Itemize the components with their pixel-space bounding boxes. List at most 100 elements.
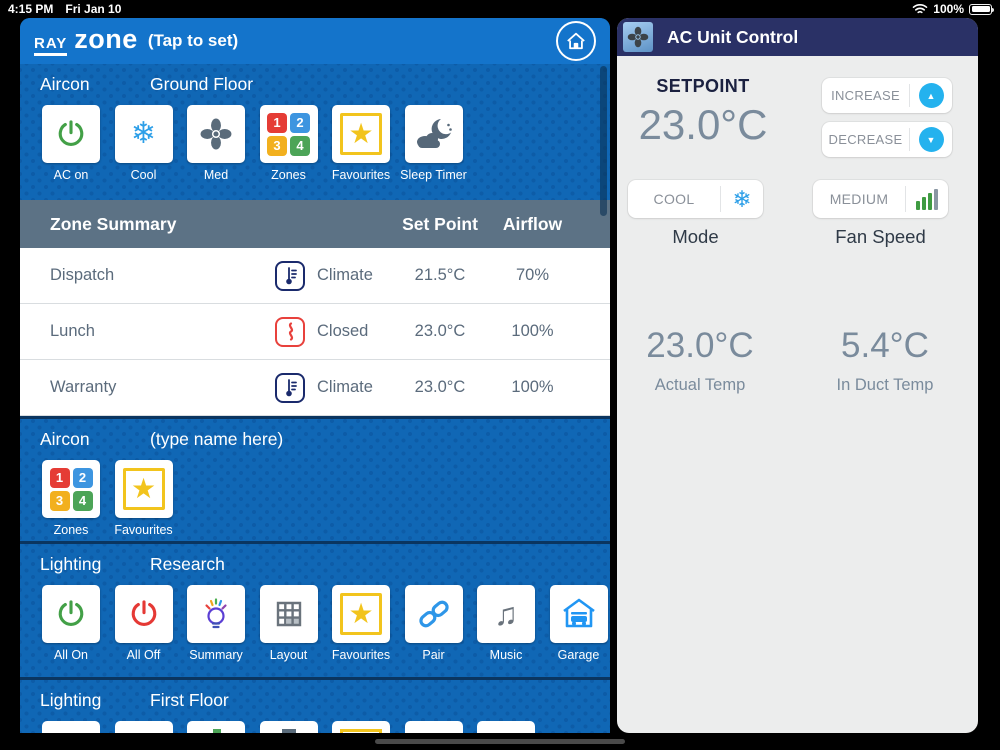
thermometer-icon (275, 260, 305, 291)
tile-all-off[interactable] (114, 585, 173, 643)
section-title: Lighting (40, 554, 102, 574)
tile-partial[interactable] (477, 721, 535, 733)
zone-name-placeholder[interactable]: (type name here) (150, 429, 283, 450)
tile-pair[interactable] (404, 585, 463, 643)
zone-1: 1 (49, 467, 70, 488)
section-aircon-ground: Aircon Ground Floor AC on ❄ Cool Med 1 2… (20, 64, 610, 200)
fan-speed-value: MEDIUM (829, 191, 889, 207)
bottom-bar (0, 733, 1000, 750)
tile-partial[interactable] (404, 721, 463, 733)
setpoint-block: SETPOINT 23.0°C (617, 76, 789, 149)
zone-summary-table: Zone Summary Set Point Airflow Dispatch … (20, 200, 610, 416)
rayzone-header: RAY zone (Tap to set) (20, 18, 610, 64)
home-indicator[interactable] (375, 739, 625, 744)
tile-label: AC on (53, 168, 89, 182)
tile-label: Favourites (331, 648, 391, 662)
logo-zone: zone (74, 24, 138, 54)
zone-row-airflow: 100% (511, 378, 554, 396)
zone-row-setpoint: 23.0°C (414, 378, 466, 396)
tile-label: All Off (126, 648, 161, 662)
tile-label: Layout (269, 648, 308, 662)
tile-music[interactable]: ♫ (477, 585, 535, 643)
tile-sleep-timer[interactable] (404, 105, 463, 163)
tile-partial[interactable] (187, 721, 245, 733)
table-row[interactable]: Warranty Climate 23.0°C 100% (20, 360, 610, 416)
section-lighting-research: Lighting Research All On All Off Summary… (20, 541, 610, 677)
chevron-up-icon: ▲ (918, 83, 944, 108)
actual-temp-reading: 23.0°C Actual Temp (617, 326, 783, 395)
status-bar: 4:15 PM Fri Jan 10 100% (0, 0, 1000, 18)
tap-to-set-label[interactable]: (Tap to set) (148, 31, 238, 51)
fan-speed-label: Fan Speed (835, 226, 926, 247)
duct-temp-label: In Duct Temp (836, 376, 934, 394)
tile-favourites[interactable]: ★ (332, 585, 390, 643)
tile-all-on[interactable] (42, 585, 100, 643)
rayzone-app-window: RAY zone (Tap to set) Aircon Ground Floo… (20, 18, 610, 733)
star-icon: ★ (122, 468, 165, 510)
tile-favourites[interactable]: ★ (114, 460, 173, 518)
tile-favourites[interactable]: ★ (332, 105, 390, 163)
tile-label: Summary (189, 648, 243, 662)
battery-percent: 100% (933, 2, 964, 16)
increase-button[interactable]: INCREASE ▲ (822, 78, 952, 113)
zone-4: 4 (290, 135, 310, 156)
star-icon: ★ (340, 593, 382, 635)
decrease-button[interactable]: DECREASE ▼ (822, 122, 952, 157)
snowflake-icon: ❄ (130, 117, 157, 150)
tile-partial[interactable] (259, 721, 318, 733)
tile-label: Zones (271, 168, 306, 182)
zone-row-airflow: 70% (515, 266, 550, 284)
zone-summary-header: Zone Summary Set Point Airflow (20, 200, 610, 248)
mode-value: COOL (653, 191, 695, 207)
zone-name[interactable]: Ground Floor (150, 74, 253, 95)
mode-button[interactable]: COOL ❄ (628, 180, 763, 218)
chain-link-icon (418, 600, 449, 628)
section-title: Aircon (40, 74, 90, 94)
setpoint-label: SETPOINT (656, 76, 750, 96)
section-title: Lighting (40, 690, 102, 710)
zone-row-status: Climate (317, 378, 373, 396)
home-button[interactable] (556, 21, 596, 61)
tile-label: Med (203, 168, 229, 182)
tile-label: Favourites (331, 168, 391, 182)
tile-partial[interactable] (332, 721, 390, 733)
tile-zones[interactable]: 1 2 3 4 (259, 105, 318, 163)
zone-row-name: Warranty (50, 378, 117, 396)
zone-2: 2 (72, 467, 93, 488)
zone-3: 3 (49, 490, 70, 511)
scrollbar-indicator[interactable] (600, 66, 607, 216)
tile-ac-on[interactable] (42, 105, 100, 163)
col-airflow: Airflow (502, 213, 563, 234)
zones-grid-icon: 1 2 3 4 (49, 467, 93, 511)
col-set-point: Set Point (402, 213, 478, 234)
zone-row-name: Lunch (50, 322, 95, 340)
tile-label: Favourites (114, 523, 173, 537)
zone-name[interactable]: First Floor (150, 690, 229, 711)
tile-summary[interactable] (187, 585, 245, 643)
duct-temp-reading: 5.4°C In Duct Temp (802, 326, 968, 395)
decrease-label: DECREASE (828, 132, 903, 147)
grid-icon (276, 601, 301, 627)
table-row[interactable]: Dispatch Climate 21.5°C 70% (20, 248, 610, 304)
fan-speed-button[interactable]: MEDIUM (813, 180, 948, 218)
tile-zones[interactable]: 1 2 3 4 (42, 460, 100, 518)
zone-name[interactable]: Research (150, 554, 225, 575)
sleep-moon-cloud-icon (416, 119, 452, 148)
ac-control-window: AC Unit Control SETPOINT 23.0°C INCREASE… (617, 18, 978, 733)
zone-row-name: Dispatch (50, 266, 115, 284)
tile-garage[interactable] (549, 585, 608, 643)
tile-cool[interactable]: ❄ (114, 105, 173, 163)
zone-4: 4 (72, 490, 93, 511)
table-row[interactable]: Lunch Closed 23.0°C 100% (20, 304, 610, 360)
garage-icon (562, 598, 595, 628)
tile-layout[interactable] (259, 585, 318, 643)
tile-label: Music (489, 648, 523, 662)
tile-partial[interactable] (42, 721, 100, 733)
tile-partial[interactable] (114, 721, 173, 733)
wifi-icon (912, 4, 928, 14)
tile-label: Sleep Timer (400, 168, 467, 182)
status-time: 4:15 PM (8, 2, 54, 16)
tile-label: All On (53, 648, 89, 662)
section-aircon-unnamed: Aircon (type name here) 1 2 3 4 Zones ★ (20, 416, 610, 541)
tile-med[interactable] (187, 105, 245, 163)
